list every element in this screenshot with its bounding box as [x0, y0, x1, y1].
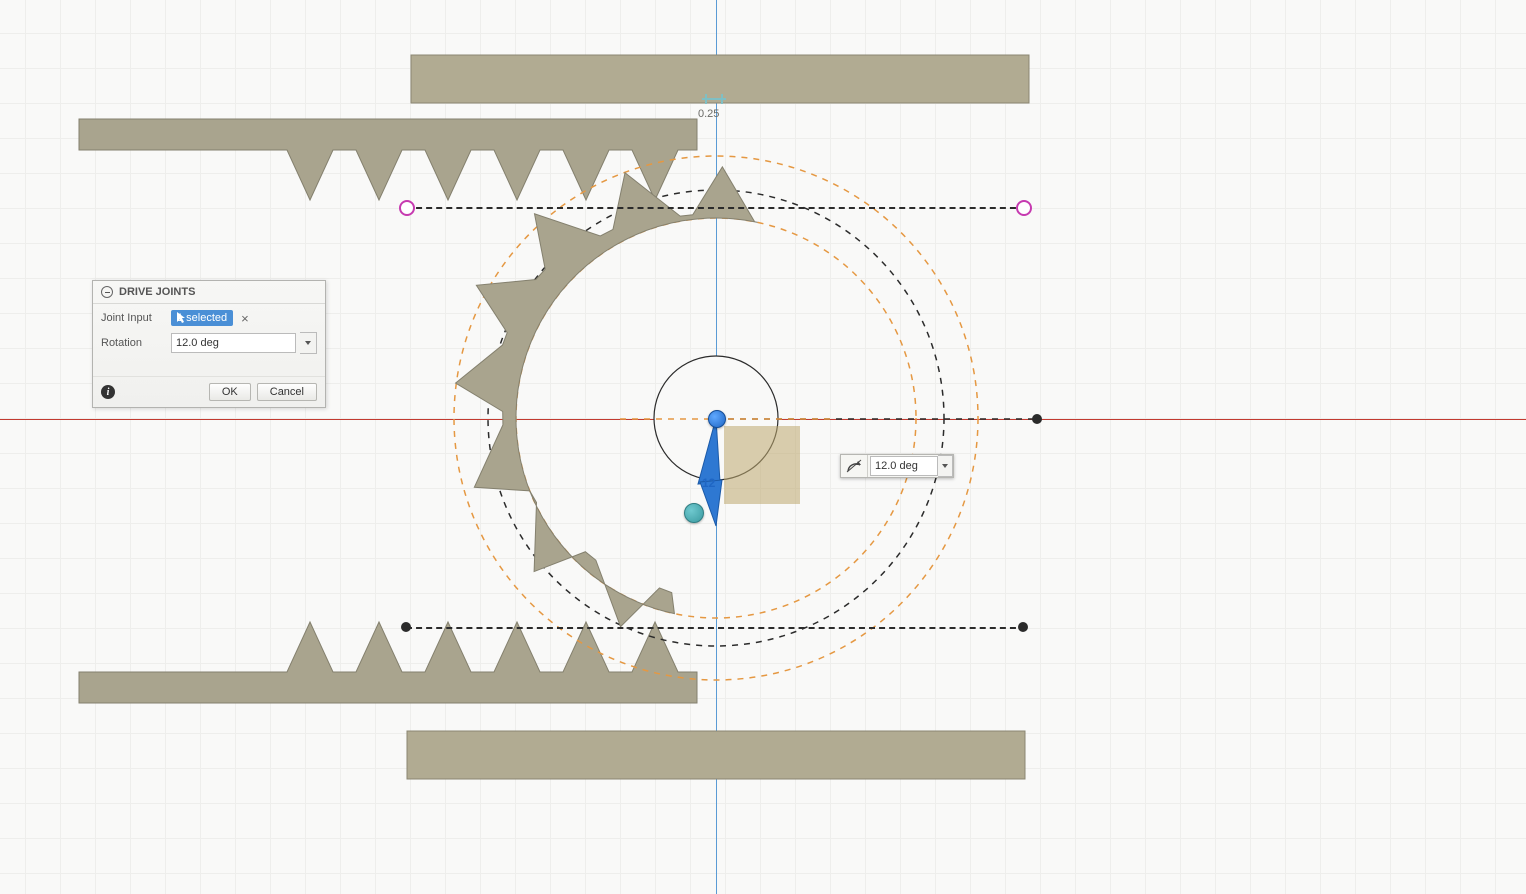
dimension-label: 0.25 [698, 108, 719, 120]
constraint-line-upper[interactable] [406, 207, 1026, 209]
rotation-angle-readout: 12 [702, 476, 715, 490]
rotation-center-handle[interactable] [708, 410, 726, 428]
revert-angle-icon[interactable] [841, 455, 868, 477]
on-canvas-angle-dropdown[interactable] [938, 455, 953, 477]
constraint-endpoint-upper-right[interactable] [1016, 200, 1032, 216]
body-bottom-bar[interactable] [406, 730, 1026, 780]
dialog-titlebar[interactable]: DRIVE JOINTS [93, 281, 325, 304]
cancel-button[interactable]: Cancel [257, 383, 317, 401]
clear-selection-icon[interactable]: × [237, 311, 253, 326]
joint-origin-marker[interactable] [684, 503, 704, 523]
cursor-icon [177, 312, 185, 324]
rotation-label: Rotation [101, 337, 167, 349]
dialog-title: DRIVE JOINTS [119, 286, 195, 298]
dimension-tick-icon [702, 92, 726, 106]
drive-joints-dialog[interactable]: DRIVE JOINTS Joint Input 1 selected × Ro… [92, 280, 326, 408]
constraint-line-lower[interactable] [406, 627, 1026, 629]
info-icon[interactable]: i [101, 385, 115, 399]
collapse-icon[interactable] [101, 286, 113, 298]
center-ref-endpoint[interactable] [1032, 414, 1042, 424]
joint-selection-chip[interactable]: 1 selected [171, 310, 233, 326]
constraint-endpoint-upper-left[interactable] [399, 200, 415, 216]
on-canvas-angle-input[interactable]: 12.0 deg [840, 454, 954, 478]
rotation-input[interactable]: 12.0 deg [171, 333, 296, 353]
joint-input-label: Joint Input [101, 312, 167, 324]
rotation-dropdown[interactable] [300, 332, 317, 354]
constraint-endpoint-lower-left[interactable] [401, 622, 411, 632]
on-canvas-angle-field[interactable]: 12.0 deg [870, 456, 938, 476]
ok-button[interactable]: OK [209, 383, 251, 401]
constraint-endpoint-lower-right[interactable] [1018, 622, 1028, 632]
